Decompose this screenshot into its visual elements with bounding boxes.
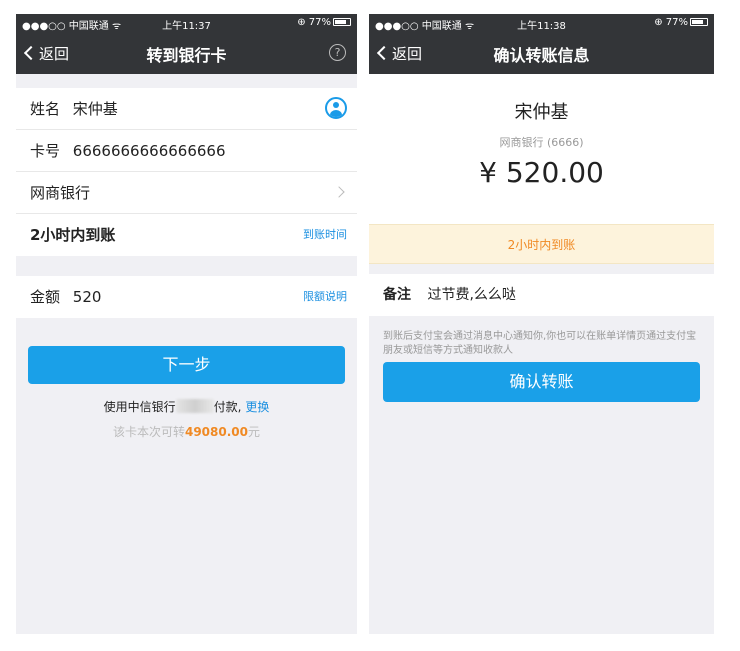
confirm-transfer-button[interactable]: 确认转账 bbox=[383, 362, 700, 402]
page-title: 确认转账信息 bbox=[493, 46, 590, 65]
bank-row[interactable]: 网商银行 bbox=[16, 172, 357, 214]
notification-hint: 到账后支付宝会通过消息中心通知你,你也可以在账单详情页通过支付宝朋友或短信等方式… bbox=[383, 331, 697, 356]
amount-row[interactable]: 金额 520 限额说明 bbox=[16, 276, 357, 318]
battery-label: ⊕ 77% bbox=[297, 17, 331, 28]
next-step-button[interactable]: 下一步 bbox=[28, 346, 345, 384]
transfer-to-card-screen: ●●●○○ 中国联通 ᯤ 上午11:37 ⊕ 77% 返回 转到银行卡 ? 姓名… bbox=[16, 14, 357, 634]
help-icon[interactable]: ? bbox=[329, 44, 346, 61]
limit-suffix: 元 bbox=[248, 425, 261, 439]
bank-name: 网商银行 bbox=[30, 184, 91, 202]
name-label: 姓名 bbox=[30, 100, 61, 118]
speed-row: 2小时内到账 到账时间 bbox=[16, 214, 357, 256]
transfer-limit-line: 该卡本次可转49080.00元 bbox=[16, 423, 357, 440]
page-title: 转到银行卡 bbox=[146, 46, 227, 65]
redacted-card-digits bbox=[175, 399, 214, 413]
arrival-time-link[interactable]: 到账时间 bbox=[303, 214, 347, 256]
recipient-bank: 网商银行 (6666) bbox=[499, 136, 584, 149]
card-label: 卡号 bbox=[30, 142, 61, 160]
recipient-name: 宋仲基 bbox=[514, 102, 569, 123]
card-number: 6666666666666666 bbox=[72, 142, 226, 160]
arrival-notice: 2小时内到账 bbox=[369, 224, 714, 264]
battery-label: ⊕ 77% bbox=[654, 17, 688, 28]
contact-icon[interactable] bbox=[325, 97, 347, 119]
remark-row[interactable]: 备注 过节费,么么哒 bbox=[369, 274, 714, 316]
change-payment-link[interactable]: 更换 bbox=[245, 400, 269, 414]
amount-group: 金额 520 限额说明 bbox=[16, 276, 357, 318]
card-row[interactable]: 卡号 6666666666666666 bbox=[16, 130, 357, 172]
pay-prefix: 使用中信银行 bbox=[103, 400, 176, 414]
name-row[interactable]: 姓名 宋仲基 bbox=[16, 88, 357, 130]
recipient-group: 姓名 宋仲基 卡号 6666666666666666 网商银行 2小时内到账 到… bbox=[16, 88, 357, 256]
payment-method-line: 使用中信银行 付款, 更换 bbox=[16, 398, 357, 415]
remark-value[interactable]: 过节费,么么哒 bbox=[427, 287, 515, 303]
nav-bar: 返回 确认转账信息 bbox=[369, 32, 714, 74]
transfer-amount: ¥ 520.00 bbox=[479, 156, 604, 189]
battery-indicator: ⊕ 77% bbox=[297, 17, 351, 28]
name-value: 宋仲基 bbox=[72, 100, 118, 118]
confirm-transfer-screen: ●●●○○ 中国联通 ᯤ 上午11:38 ⊕ 77% 返回 确认转账信息 宋仲基… bbox=[369, 14, 714, 634]
status-bar: ●●●○○ 中国联通 ᯤ 上午11:38 ⊕ 77% bbox=[369, 14, 714, 32]
limit-info-link[interactable]: 限额说明 bbox=[303, 276, 347, 318]
battery-indicator: ⊕ 77% bbox=[654, 17, 708, 28]
status-bar: ●●●○○ 中国联通 ᯤ 上午11:37 ⊕ 77% bbox=[16, 14, 357, 32]
limit-amount: 49080.00 bbox=[184, 425, 248, 439]
pay-suffix: 付款, bbox=[213, 400, 242, 414]
transfer-summary: 宋仲基 网商银行 (6666) ¥ 520.00 bbox=[369, 74, 714, 224]
remark-label: 备注 bbox=[383, 287, 411, 303]
nav-bar: 返回 转到银行卡 ? bbox=[16, 32, 357, 74]
chevron-right-icon bbox=[333, 186, 345, 198]
arrival-speed: 2小时内到账 bbox=[30, 226, 116, 244]
limit-prefix: 该卡本次可转 bbox=[112, 425, 185, 439]
amount-label: 金额 bbox=[30, 288, 61, 306]
battery-icon bbox=[690, 18, 708, 26]
amount-input[interactable]: 520 bbox=[73, 288, 102, 306]
battery-icon bbox=[333, 18, 351, 26]
